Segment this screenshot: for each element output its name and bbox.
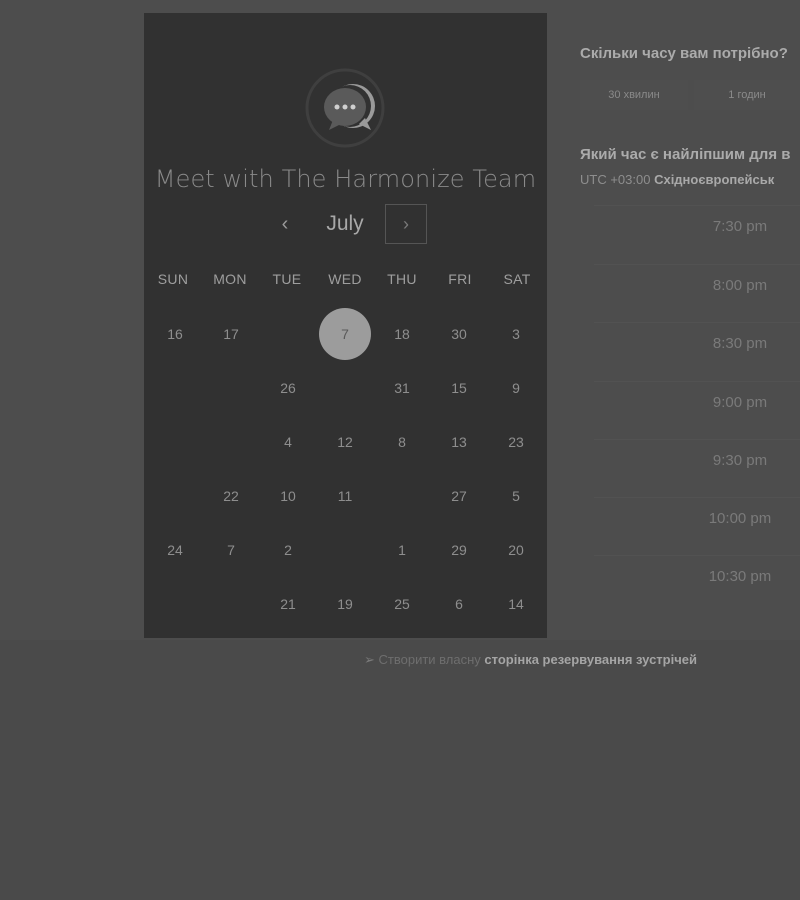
calendar-day[interactable]: 31	[376, 362, 428, 414]
calendar-day[interactable]: 12	[319, 416, 371, 468]
calendar-day[interactable]: 30	[433, 308, 485, 360]
time-slot-label: 10:30 pm	[708, 568, 772, 585]
time-slot[interactable]: 10:30 pm	[594, 555, 800, 603]
time-slot[interactable]: 8:00 pm	[594, 264, 800, 312]
calendar-day[interactable]: 7	[205, 524, 257, 576]
calendar-day[interactable]: 21	[262, 578, 314, 630]
weekday-label: FRI	[448, 271, 472, 287]
time-slot[interactable]: 9:30 pm	[594, 439, 800, 487]
chevron-right-icon[interactable]: ›	[385, 204, 427, 244]
weekday-label: SAT	[503, 271, 531, 287]
booking-panel: Скільки часу вам потрібно? 30 хвилин 1 г…	[580, 0, 800, 640]
calendar-day[interactable]: 16	[149, 308, 201, 360]
create-booking-page-link[interactable]: ➢ Створити власну сторінка резервування …	[364, 652, 697, 668]
time-slot[interactable]: 7:30 pm	[594, 205, 800, 253]
calendar-day[interactable]: 4	[262, 416, 314, 468]
time-slot[interactable]: 9:00 pm	[594, 381, 800, 429]
calendar-day[interactable]: 11	[319, 470, 371, 522]
calendar-day[interactable]: 5	[490, 470, 542, 522]
calendar-day[interactable]: 18	[376, 308, 428, 360]
calendar-day[interactable]: 22	[205, 470, 257, 522]
calendar-day[interactable]: 6	[433, 578, 485, 630]
time-slot-label: 8:30 pm	[712, 335, 768, 352]
calendar-day[interactable]: 17	[205, 308, 257, 360]
time-slot-label: 8:00 pm	[712, 277, 768, 294]
calendar-day[interactable]: 27	[433, 470, 485, 522]
weekday-label: WED	[328, 271, 362, 287]
calendar-day[interactable]: 9	[490, 362, 542, 414]
calendar-day[interactable]: 19	[319, 578, 371, 630]
calendar-day[interactable]: 25	[376, 578, 428, 630]
time-slot[interactable]: 8:30 pm	[594, 322, 800, 370]
weekday-label: MON	[213, 271, 247, 287]
time-slot-label: 7:30 pm	[712, 218, 768, 235]
duration-question: Скільки часу вам потрібно?	[580, 45, 788, 62]
month-navigation: ‹ July ›	[144, 204, 547, 246]
calendar-day[interactable]: 10	[262, 470, 314, 522]
weekday-label: THU	[387, 271, 417, 287]
calendar-title: Meet with The Harmonize Team	[154, 165, 537, 193]
timezone-offset: UTC +03:00	[580, 172, 651, 187]
calendar-day-selected[interactable]: 7	[319, 308, 371, 360]
calendar-day[interactable]: 15	[433, 362, 485, 414]
duration-option-30min[interactable]: 30 хвилин	[580, 80, 688, 110]
weekday-label: TUE	[272, 271, 302, 287]
calendar-day[interactable]: 1	[376, 524, 428, 576]
calendar-day[interactable]: 23	[490, 416, 542, 468]
calendar-day[interactable]: 13	[433, 416, 485, 468]
timezone-selector[interactable]: UTC +03:00 Східноєвропейськ	[580, 172, 774, 187]
duration-option-1hour[interactable]: 1 годин	[694, 80, 800, 110]
chat-logo-icon	[305, 68, 385, 148]
weekday-label: SUN	[157, 271, 189, 287]
time-slot-label: 9:00 pm	[712, 394, 768, 411]
calendar-day[interactable]: 14	[490, 578, 542, 630]
weekday-header: SUN MON TUE WED THU FRI SAT	[144, 271, 547, 291]
time-slot-label: 9:30 pm	[712, 452, 768, 469]
calendar-day[interactable]: 2	[262, 524, 314, 576]
time-question: Який час є найліпшим для в	[580, 146, 791, 163]
footer-lead-text: Створити власну	[378, 652, 481, 667]
footer-link-text: сторінка резервування зустрічей	[484, 652, 697, 667]
time-slot[interactable]: 10:00 pm	[594, 497, 800, 545]
calendar-day[interactable]: 29	[433, 524, 485, 576]
chevron-left-icon[interactable]: ‹	[272, 210, 298, 238]
calendar-day[interactable]: 24	[149, 524, 201, 576]
calendar-day[interactable]: 3	[490, 308, 542, 360]
timezone-name: Східноєвропейськ	[654, 172, 775, 187]
calendar-day[interactable]: 26	[262, 362, 314, 414]
arrow-icon: ➢	[364, 652, 375, 667]
calendar-day[interactable]: 8	[376, 416, 428, 468]
month-label: July	[326, 212, 364, 235]
time-slot-label: 10:00 pm	[708, 510, 772, 527]
calendar-card: Meet with The Harmonize Team ‹ July › SU…	[144, 13, 547, 638]
calendar-day[interactable]: 20	[490, 524, 542, 576]
